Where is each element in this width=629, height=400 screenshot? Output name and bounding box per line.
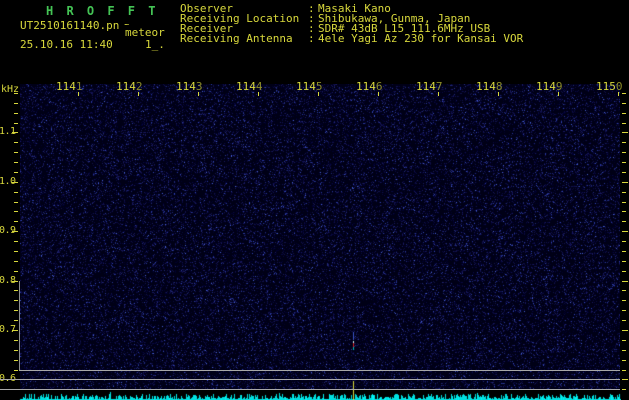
y-axis-tick	[14, 310, 18, 311]
y-axis-tick	[622, 271, 626, 272]
y-axis-tick	[14, 211, 18, 212]
y-axis-tick	[622, 241, 626, 242]
y-axis-tick	[622, 389, 626, 390]
y-axis-tick	[14, 350, 18, 351]
clipped-g-glyph: g	[123, 20, 131, 25]
y-axis-tick	[14, 202, 18, 203]
x-axis-label: 1145	[296, 80, 322, 93]
y-axis-tick	[622, 251, 626, 252]
y-axis-tick	[622, 379, 628, 380]
y-axis-tick	[14, 340, 18, 341]
y-axis-tick	[14, 152, 18, 153]
y-axis-tick	[14, 271, 18, 272]
capture-datetime: 25.10.16 11:40	[20, 38, 113, 51]
y-axis-tick	[622, 202, 626, 203]
y-axis-tick	[12, 231, 18, 232]
y-axis-tick	[622, 330, 628, 331]
spectrogram-canvas	[20, 84, 620, 390]
y-axis-tick	[12, 132, 18, 133]
y-axis-tick	[622, 340, 626, 341]
carrier-line	[0, 379, 620, 380]
y-axis-tick	[622, 113, 626, 114]
x-axis-label: 1146	[356, 80, 382, 93]
y-axis-tick	[14, 142, 18, 143]
info-value: 4ele Yagi Az 230 for Kansai VOR	[318, 34, 523, 44]
y-axis-tick	[622, 261, 626, 262]
info-row-antenna: Receiving Antenna:4ele Yagi Az 230 for K…	[180, 34, 523, 44]
y-axis-tick	[14, 251, 18, 252]
y-axis-tick	[622, 350, 626, 351]
capture-filename: UT2510161140.pn	[20, 19, 119, 32]
carrier-line	[19, 370, 620, 371]
separator: :	[308, 34, 318, 44]
y-axis-tick	[622, 231, 628, 232]
y-axis-tick	[622, 172, 626, 173]
y-axis-tick	[622, 132, 628, 133]
y-axis-tick	[622, 320, 626, 321]
y-axis-tick	[14, 113, 18, 114]
y-axis-tick	[622, 310, 626, 311]
counter-text: 1_.	[145, 38, 165, 51]
observation-info: Observer:Masaki Kano Receiving Location:…	[180, 4, 523, 44]
y-axis-tick	[622, 162, 626, 163]
y-axis-tick	[14, 162, 18, 163]
y-axis-tick	[622, 221, 626, 222]
level-graph-canvas	[19, 390, 621, 400]
x-axis-label: 1150	[596, 80, 622, 93]
x-axis-label: 1148	[476, 80, 502, 93]
y-axis-tick	[14, 290, 18, 291]
y-axis-tick	[14, 172, 18, 173]
y-axis-tick	[622, 211, 626, 212]
y-axis-tick	[622, 123, 626, 124]
y-axis-tick	[14, 221, 18, 222]
y-axis-tick	[622, 360, 626, 361]
y-axis-tick	[14, 123, 18, 124]
y-axis-tick	[622, 142, 626, 143]
info-label: Receiving Antenna	[180, 34, 308, 44]
x-axis-label: 1142	[116, 80, 142, 93]
app-title: H R O F F T	[46, 4, 158, 18]
y-axis-tick	[14, 241, 18, 242]
y-axis-tick	[14, 300, 18, 301]
y-axis-tick	[14, 103, 18, 104]
x-axis-label: 1143	[176, 80, 202, 93]
y-axis-tick	[14, 192, 18, 193]
x-axis-label: 1149	[536, 80, 562, 93]
y-axis-tick	[622, 290, 626, 291]
y-axis-tick	[14, 261, 18, 262]
y-axis-tick	[12, 182, 18, 183]
y-axis-tick	[14, 320, 18, 321]
y-axis-tick	[622, 281, 628, 282]
y-axis-tick	[12, 281, 18, 282]
y-axis-tick	[622, 370, 626, 371]
y-axis-tick	[622, 152, 626, 153]
hrofft-screen: H R O F F T UT2510161140.pn g meteor 25.…	[0, 0, 629, 400]
y-axis-tick	[622, 192, 626, 193]
x-axis-label: 1141	[56, 80, 82, 93]
x-axis-label: 1144	[236, 80, 262, 93]
y-axis-tick	[14, 370, 18, 371]
y-axis-tick	[622, 103, 626, 104]
y-axis-tick	[622, 300, 626, 301]
y-axis-tick	[12, 330, 18, 331]
x-axis-label: 1147	[416, 80, 442, 93]
y-axis-tick	[14, 93, 18, 94]
y-axis-tick	[622, 182, 628, 183]
y-axis-tick	[14, 360, 18, 361]
y-axis-tick	[622, 93, 626, 94]
plot-left-border	[19, 281, 20, 370]
carrier-line	[0, 389, 620, 390]
